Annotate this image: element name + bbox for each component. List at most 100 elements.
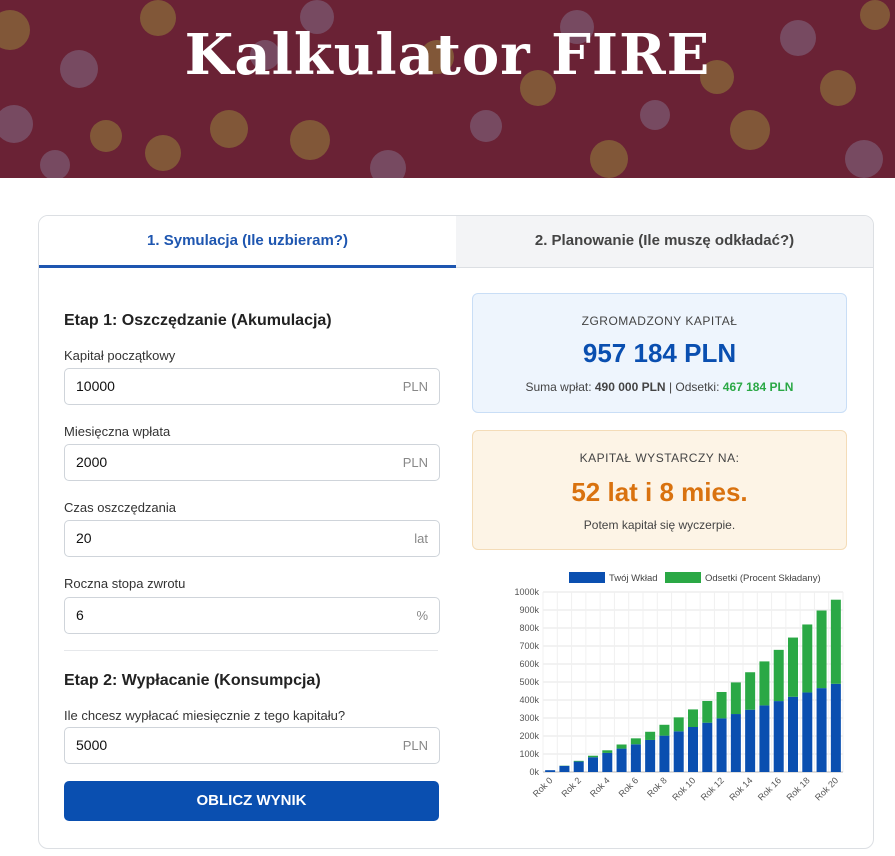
monthly-deposit-input[interactable]: 2000 PLN	[64, 444, 440, 481]
bar-contribution	[645, 739, 656, 772]
x-tick-label: Rok 2	[559, 775, 583, 799]
accumulated-capital-box: ZGROMADZONY KAPITAŁ 957 184 PLN Suma wpł…	[472, 293, 847, 413]
legend-swatch-interest	[665, 572, 701, 583]
initial-capital-label: Kapitał początkowy	[64, 348, 176, 363]
x-tick-label: Rok 4	[588, 775, 612, 799]
y-tick-label: 600k	[519, 659, 539, 669]
bar-interest	[673, 717, 684, 732]
calculate-button[interactable]: OBLICZ WYNIK	[64, 781, 439, 821]
bar-contribution	[588, 757, 598, 772]
bokeh-dot	[145, 135, 181, 171]
bar-interest	[730, 682, 741, 715]
chart-svg: 0k 100k 200k 300k 400k 500k 600k 700k 800k 900k 10…	[514, 572, 844, 803]
withdrawal-input[interactable]: 5000 PLN	[64, 727, 440, 764]
y-tick-label: 0k	[529, 767, 539, 777]
bar-contribution	[688, 727, 698, 772]
bokeh-dot	[730, 110, 770, 150]
monthly-deposit-label: Miesięczna wpłata	[64, 424, 171, 439]
bokeh-dot	[470, 110, 502, 142]
x-tick-label: Rok 10	[670, 775, 697, 802]
tab-planning[interactable]: 2. Planowanie (Ile muszę odkładać?)	[456, 216, 873, 268]
bar-interest	[588, 755, 598, 758]
bar-interest	[773, 649, 784, 702]
bar-contribution	[773, 701, 784, 772]
capital-growth-chart: 0k 100k 200k 300k 400k 500k 600k 700k 800k 900k 10…	[471, 566, 851, 826]
bar-interest	[788, 637, 798, 697]
bar-contribution	[788, 696, 798, 772]
bar-contribution	[816, 688, 827, 772]
y-tick-label: 400k	[519, 695, 539, 705]
x-tick-label: Rok 12	[699, 775, 726, 802]
bar-contribution	[559, 765, 570, 772]
withdrawal-label: Ile chcesz wypłacać miesięcznie z tego k…	[64, 708, 346, 723]
hero-banner: Kalkulator FIRE	[0, 0, 895, 178]
deposits-label: Suma wpłat:	[525, 380, 592, 394]
x-tick-label: Rok 6	[617, 775, 641, 799]
y-tick-label: 200k	[519, 731, 539, 741]
bar-contribution	[730, 714, 741, 772]
bokeh-dot	[90, 120, 122, 152]
bar-contribution	[545, 770, 556, 772]
bokeh-dot	[590, 140, 628, 178]
bar-interest	[830, 599, 841, 684]
saving-time-value: 20	[76, 530, 92, 546]
bar-interest	[802, 624, 813, 693]
withdrawal-unit: PLN	[402, 738, 428, 753]
saving-time-input[interactable]: 20 lat	[64, 520, 440, 557]
bokeh-dot	[210, 110, 248, 148]
y-tick-label: 500k	[519, 677, 539, 687]
bar-interest	[616, 744, 627, 749]
bar-contribution	[702, 722, 713, 772]
bar-contribution	[630, 744, 641, 772]
bar-interest	[816, 610, 827, 689]
interest-label: Odsetki:	[675, 380, 720, 394]
bar-contribution	[659, 735, 670, 772]
bar-contribution	[716, 718, 727, 772]
tab-simulation[interactable]: 1. Symulacja (Ile uzbieram?)	[39, 216, 456, 268]
initial-capital-value: 10000	[76, 378, 115, 394]
bar-contribution	[616, 748, 627, 772]
page-title: Kalkulator FIRE	[184, 22, 711, 88]
legend-label-interest: Odsetki (Procent Składany)	[705, 573, 821, 584]
bar-interest	[702, 700, 713, 723]
accumulated-capital-value: 957 184 PLN	[582, 338, 737, 368]
bokeh-dot	[290, 120, 330, 160]
x-tick-label: Rok 20	[813, 775, 840, 802]
y-tick-label: 900k	[519, 605, 539, 615]
bar-contribution	[602, 752, 613, 772]
interest-value: 467 184 PLN	[722, 380, 794, 394]
bar-contribution	[573, 761, 584, 772]
capital-breakdown: Suma wpłat: 490 000 PLN | Odsetki: 467 1…	[473, 380, 846, 394]
bar-interest	[630, 738, 641, 745]
capital-duration-label: KAPITAŁ WYSTARCZY NA:	[579, 451, 740, 465]
capital-duration-box: KAPITAŁ WYSTARCZY NA: 52 lat i 8 mies. P…	[472, 430, 847, 550]
x-tick-label: Rok 14	[727, 775, 754, 802]
bar-interest	[688, 709, 698, 727]
x-tick-label: Rok 18	[784, 775, 811, 802]
stage1-title: Etap 1: Oszczędzanie (Akumulacja)	[64, 312, 332, 329]
bokeh-dot	[845, 140, 883, 178]
monthly-deposit-unit: PLN	[402, 455, 428, 470]
capital-duration-note: Potem kapitał się wyczerpie.	[583, 518, 736, 532]
initial-capital-unit: PLN	[402, 379, 428, 394]
return-rate-input[interactable]: 6 %	[64, 597, 440, 634]
breakdown-separator: |	[668, 380, 673, 394]
legend-label-contribution: Twój Wkład	[609, 573, 658, 584]
bar-interest	[573, 760, 584, 762]
x-tick-label: Rok 0	[531, 775, 555, 799]
bar-interest	[716, 691, 727, 719]
y-tick-label: 300k	[519, 713, 539, 723]
return-rate-label: Roczna stopa zwrotu	[64, 576, 186, 591]
y-tick-label: 1000k	[514, 587, 539, 597]
bar-interest	[745, 672, 756, 710]
bokeh-dot	[0, 105, 33, 143]
section-divider	[64, 650, 438, 651]
calculator-card: 1. Symulacja (Ile uzbieram?) 2. Planowan…	[38, 215, 874, 849]
initial-capital-input[interactable]: 10000 PLN	[64, 368, 440, 405]
saving-time-unit: lat	[414, 531, 428, 546]
tab-bar: 1. Symulacja (Ile uzbieram?) 2. Planowan…	[39, 216, 873, 268]
x-tick-label: Rok 8	[645, 775, 669, 799]
bar-contribution	[802, 692, 813, 772]
withdrawal-value: 5000	[76, 737, 108, 753]
return-rate-value: 6	[76, 607, 84, 623]
